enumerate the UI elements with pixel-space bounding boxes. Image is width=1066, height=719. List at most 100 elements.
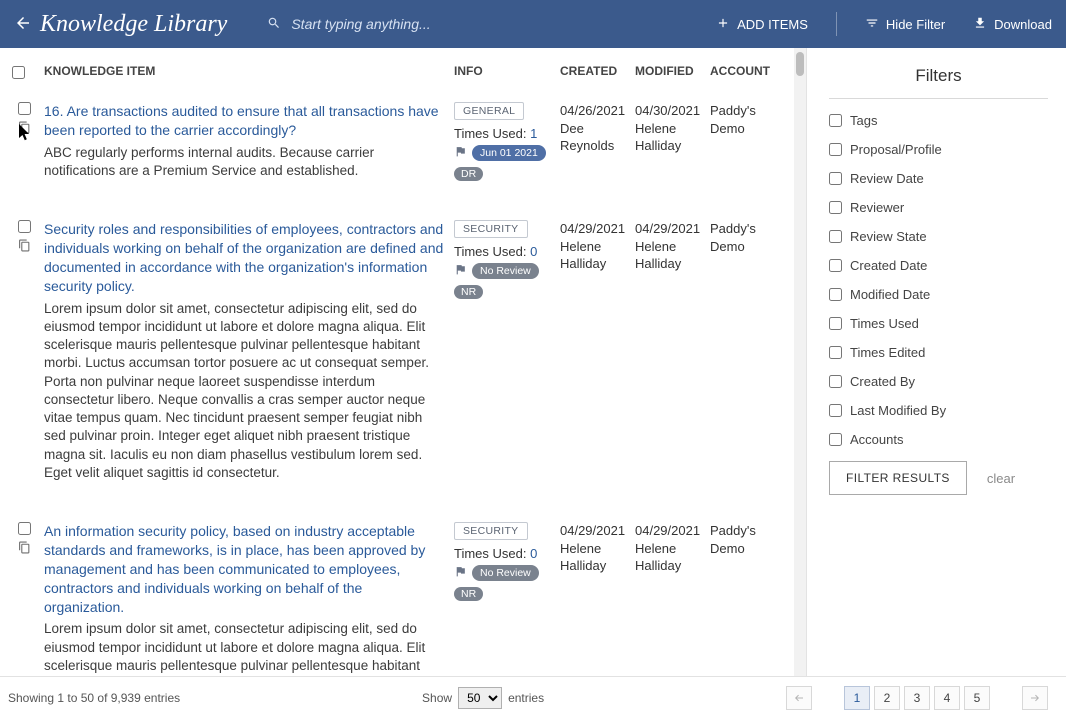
main: KNOWLEDGE ITEM INFO CREATED MODIFIED ACC… — [0, 48, 1066, 676]
times-used: Times Used: 0 — [454, 546, 552, 561]
pager-page-button[interactable]: 2 — [874, 686, 900, 710]
filters-title: Filters — [829, 66, 1048, 86]
filter-option-label: Created Date — [850, 258, 927, 273]
download-button[interactable]: Download — [973, 16, 1052, 33]
filter-checkbox[interactable] — [829, 114, 842, 127]
filter-option[interactable]: Review Date — [829, 171, 1048, 186]
item-title[interactable]: Security roles and responsibilities of e… — [44, 220, 446, 296]
col-knowledge-item[interactable]: KNOWLEDGE ITEM — [40, 64, 450, 82]
filter-option[interactable]: Times Used — [829, 316, 1048, 331]
filter-checkbox[interactable] — [829, 201, 842, 214]
filter-option[interactable]: Created By — [829, 374, 1048, 389]
initials-pill: NR — [454, 285, 483, 299]
pager-next-button[interactable] — [1022, 686, 1048, 710]
pager-page-button[interactable]: 5 — [964, 686, 990, 710]
pager-page-button[interactable]: 4 — [934, 686, 960, 710]
filter-option[interactable]: Created Date — [829, 258, 1048, 273]
modified-user: Helene Halliday — [635, 540, 702, 575]
pager-page-button[interactable]: 1 — [844, 686, 870, 710]
filter-checkbox[interactable] — [829, 346, 842, 359]
review-row: Jun 01 2021 — [454, 145, 552, 161]
knowledge-item-cell: Security roles and responsibilities of e… — [40, 220, 450, 482]
created-user: Helene Halliday — [560, 540, 627, 575]
filter-checkbox[interactable] — [829, 404, 842, 417]
row-select-checkbox[interactable] — [18, 220, 31, 233]
search-input[interactable] — [291, 16, 531, 32]
filter-option[interactable]: Accounts — [829, 432, 1048, 447]
filter-option-label: Modified Date — [850, 287, 930, 302]
filter-option[interactable]: Times Edited — [829, 345, 1048, 360]
table-scroll[interactable]: KNOWLEDGE ITEM INFO CREATED MODIFIED ACC… — [0, 48, 806, 676]
filter-option[interactable]: Reviewer — [829, 200, 1048, 215]
filter-checkbox[interactable] — [829, 172, 842, 185]
copy-icon[interactable] — [18, 541, 31, 557]
filter-checkbox[interactable] — [829, 259, 842, 272]
filters-panel: Filters Tags Proposal/Profile Review Date R… — [806, 48, 1066, 676]
filter-option-label: Times Used — [850, 316, 919, 331]
item-body: Lorem ipsum dolor sit amet, consectetur … — [44, 620, 446, 676]
col-modified[interactable]: MODIFIED — [631, 64, 706, 82]
pager: 12345 — [786, 686, 1048, 710]
filter-option-label: Proposal/Profile — [850, 142, 942, 157]
filter-actions: FILTER RESULTS clear — [829, 461, 1048, 495]
filter-option-label: Review State — [850, 229, 927, 244]
select-all-checkbox[interactable] — [12, 66, 25, 79]
plus-icon — [716, 16, 730, 33]
filter-option[interactable]: Tags — [829, 113, 1048, 128]
review-pill: No Review — [472, 263, 539, 279]
filter-option[interactable]: Modified Date — [829, 287, 1048, 302]
add-items-button[interactable]: ADD ITEMS — [716, 16, 808, 33]
row-select-checkbox[interactable] — [18, 102, 31, 115]
app-title: Knowledge Library — [40, 11, 227, 38]
filter-checkbox[interactable] — [829, 317, 842, 330]
table-header: KNOWLEDGE ITEM INFO CREATED MODIFIED ACC… — [0, 48, 800, 92]
search-icon — [267, 16, 281, 33]
filter-checkbox[interactable] — [829, 433, 842, 446]
category-badge: GENERAL — [454, 102, 524, 120]
knowledge-item-cell: An information security policy, based on… — [40, 522, 450, 676]
modified-user: Helene Halliday — [635, 238, 702, 273]
item-title[interactable]: An information security policy, based on… — [44, 522, 446, 616]
back-arrow-icon[interactable] — [14, 14, 32, 35]
review-pill: Jun 01 2021 — [472, 145, 546, 161]
scrollbar[interactable] — [794, 48, 806, 676]
table-row: Security roles and responsibilities of e… — [0, 210, 800, 512]
filter-checkbox[interactable] — [829, 375, 842, 388]
created-cell: 04/26/2021 Dee Reynolds — [556, 102, 631, 180]
initials-pill: DR — [454, 167, 483, 181]
info-cell: SECURITY Times Used: 0 No Review NR — [450, 220, 556, 482]
show-label-post: entries — [508, 691, 544, 705]
scrollbar-thumb[interactable] — [796, 52, 804, 76]
copy-icon[interactable] — [18, 121, 31, 137]
times-used: Times Used: 1 — [454, 126, 552, 141]
pager-page-button[interactable]: 3 — [904, 686, 930, 710]
review-pill: No Review — [472, 565, 539, 581]
filter-checkbox[interactable] — [829, 143, 842, 156]
page-size-select[interactable]: 50 — [458, 687, 502, 709]
copy-icon[interactable] — [18, 239, 31, 255]
filter-option[interactable]: Last Modified By — [829, 403, 1048, 418]
header-right: ADD ITEMS Hide Filter Download — [716, 12, 1052, 36]
account-cell: Paddy's Demo — [706, 522, 786, 676]
item-title[interactable]: 16. Are transactions audited to ensure t… — [44, 102, 446, 140]
times-used: Times Used: 0 — [454, 244, 552, 259]
filter-checkbox[interactable] — [829, 288, 842, 301]
select-all-cell — [8, 64, 40, 82]
pager-prev-button[interactable] — [786, 686, 812, 710]
filter-results-button[interactable]: FILTER RESULTS — [829, 461, 967, 495]
filter-option-label: Tags — [850, 113, 877, 128]
header-divider — [836, 12, 837, 36]
knowledge-item-cell: 16. Are transactions audited to ensure t… — [40, 102, 450, 180]
col-account[interactable]: ACCOUNT — [706, 64, 786, 82]
filter-checkbox[interactable] — [829, 230, 842, 243]
times-used-value: 1 — [530, 126, 537, 141]
col-info[interactable]: INFO — [450, 64, 556, 82]
clear-filters-link[interactable]: clear — [987, 471, 1015, 486]
col-created[interactable]: CREATED — [556, 64, 631, 82]
row-select-checkbox[interactable] — [18, 522, 31, 535]
filter-option[interactable]: Proposal/Profile — [829, 142, 1048, 157]
info-cell: SECURITY Times Used: 0 No Review NR — [450, 522, 556, 676]
hide-filter-button[interactable]: Hide Filter — [865, 16, 945, 33]
footer: Showing 1 to 50 of 9,939 entries Show 50… — [0, 676, 1066, 719]
filter-option[interactable]: Review State — [829, 229, 1048, 244]
